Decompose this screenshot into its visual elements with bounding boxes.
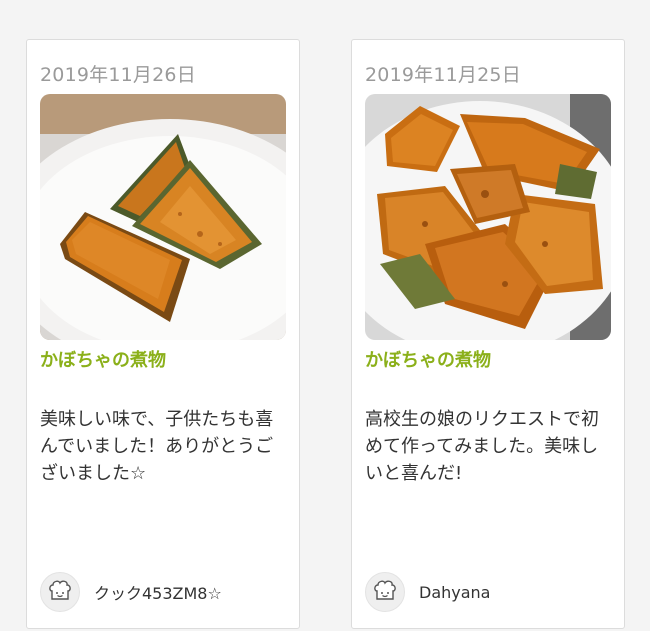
food-photo[interactable] — [365, 94, 611, 340]
recipe-title-link[interactable]: かぼちゃの煮物 — [365, 346, 491, 372]
chef-avatar-icon[interactable] — [365, 572, 405, 612]
tsukurepo-list: 2019年11月26日 かぼちゃの煮物 美味しい味で、子供たちも喜んでいました！… — [0, 0, 650, 631]
food-photo[interactable] — [40, 94, 286, 340]
author-row[interactable]: Dahyana — [365, 572, 490, 612]
report-comment: 高校生の娘のリクエストで初めて作ってみました。美味しいと喜んだ! — [365, 409, 599, 484]
author-name[interactable]: クック453ZM8☆ — [94, 580, 222, 604]
author-name[interactable]: Dahyana — [419, 583, 490, 602]
tsukurepo-card[interactable]: 2019年11月26日 かぼちゃの煮物 美味しい味で、子供たちも喜んでいました！… — [26, 39, 300, 629]
recipe-title-link[interactable]: かぼちゃの煮物 — [40, 346, 166, 372]
report-date: 2019年11月25日 — [365, 64, 521, 86]
report-comment: 美味しい味で、子供たちも喜んでいました！ありがとうございました☆ — [40, 409, 274, 484]
report-date: 2019年11月26日 — [40, 64, 196, 86]
author-row[interactable]: クック453ZM8☆ — [40, 572, 222, 612]
pumpkin-dish-image — [365, 94, 611, 340]
chef-avatar-icon[interactable] — [40, 572, 80, 612]
pumpkin-dish-image — [40, 94, 286, 340]
tsukurepo-card[interactable]: 2019年11月25日 かぼちゃの煮物 高校生の娘のリクエストで初めて作ってみま… — [351, 39, 625, 629]
